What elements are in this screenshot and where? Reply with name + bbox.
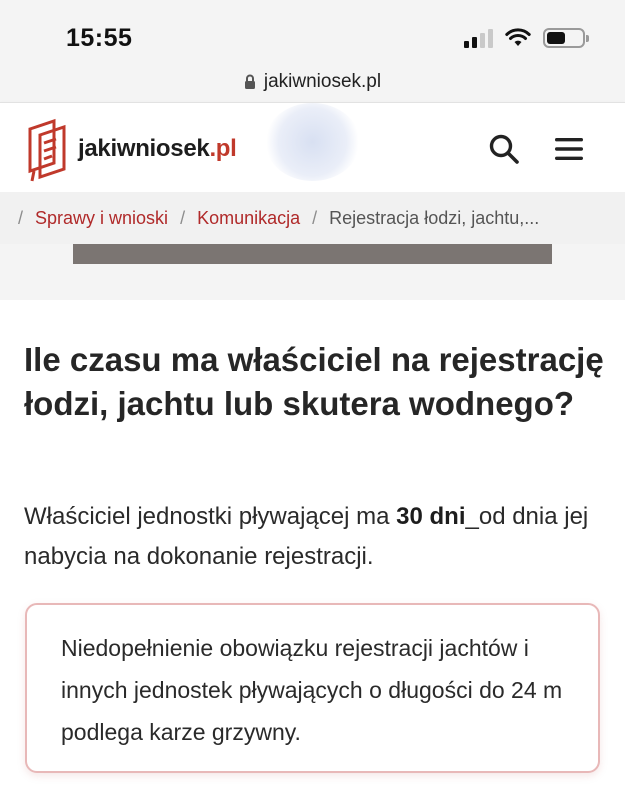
blurred-background-image <box>265 103 360 181</box>
url-text: jakiwniosek.pl <box>263 71 382 92</box>
wifi-icon <box>505 28 531 46</box>
site-header: jakiwniosek.pl <box>0 102 625 192</box>
notice-text: Niedopełnienie obowiązku rejestracji jac… <box>61 635 563 745</box>
article-heading: Ile czasu ma właściciel na rejestrację ł… <box>24 341 604 422</box>
battery-icon <box>543 28 589 48</box>
breadcrumb-item-sprawy[interactable]: Sprawy i wnioski <box>35 208 168 229</box>
hero-image-edge <box>73 244 552 264</box>
lock-icon <box>244 74 255 89</box>
status-bar: 15:55 <box>0 0 625 62</box>
highlight-deadline: 30 dni <box>396 503 466 530</box>
hero-area <box>0 244 625 300</box>
article-paragraph: Właściciel jednostki pływającej ma 30 dn… <box>24 503 589 570</box>
logo-mark-icon <box>28 118 66 182</box>
search-button[interactable] <box>486 131 522 167</box>
notice-box: Niedopełnienie obowiązku rejestracji jac… <box>25 603 600 773</box>
breadcrumb-separator: / <box>312 207 318 228</box>
breadcrumb-separator: / <box>180 207 186 228</box>
breadcrumb-separator: / <box>18 207 24 228</box>
hamburger-menu-icon <box>555 138 583 160</box>
brand-name: jakiwniosek.pl <box>78 135 237 162</box>
status-icons <box>464 28 589 48</box>
status-time: 15:55 <box>66 24 133 52</box>
breadcrumb-item-current: Rejestracja łodzi, jachtu,... <box>329 207 540 228</box>
cellular-signal-icon <box>464 28 493 48</box>
menu-button[interactable] <box>551 131 587 167</box>
address-bar[interactable]: jakiwniosek.pl <box>0 62 625 102</box>
site-logo[interactable]: jakiwniosek.pl <box>24 115 237 183</box>
breadcrumb-item-komunikacja[interactable]: Komunikacja <box>197 208 300 229</box>
search-icon <box>489 134 519 164</box>
breadcrumb: / Sprawy i wnioski / Komunikacja / Rejes… <box>0 192 625 244</box>
